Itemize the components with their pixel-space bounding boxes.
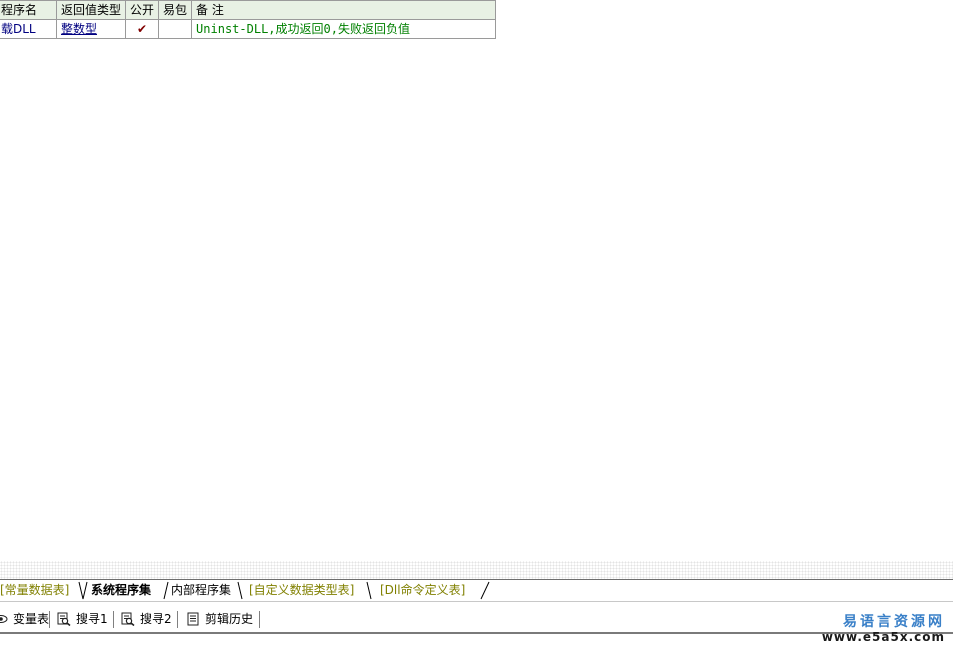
search2-button[interactable]: 搜寻2: [121, 610, 172, 628]
tab-separator: [159, 581, 169, 600]
program-table: 程序名 返回值类型 公开 易包 备 注 载DLL 整数型 ✔ Uninst-DL…: [0, 0, 497, 39]
tab-constants[interactable]: [常量数据表]: [0, 582, 69, 598]
bottom-toolbar: 变量表 搜寻1 搜寻2 剪辑历史: [0, 607, 953, 634]
clip-history-label: 剪辑历史: [205, 612, 254, 626]
table-header-row: 程序名 返回值类型 公开 易包 备 注: [0, 0, 497, 20]
toolbar-divider: [259, 611, 261, 628]
header-easy-pack[interactable]: 易包: [158, 0, 193, 20]
cell-note[interactable]: Uninst-DLL,成功返回0,失败返回负值: [191, 19, 497, 39]
variables-label: 变量表: [13, 612, 50, 626]
toolbar-divider: [49, 611, 51, 628]
tab-separator: [366, 581, 376, 600]
search1-button[interactable]: 搜寻1: [57, 610, 108, 628]
tab-custom-types[interactable]: [自定义数据类型表]: [249, 582, 354, 598]
cell-program-name[interactable]: 载DLL: [0, 19, 57, 39]
splitter-grip[interactable]: [0, 561, 953, 580]
toolbar-divider: [177, 611, 179, 628]
header-program-name[interactable]: 程序名: [0, 0, 57, 20]
editor-tab-bar: [常量数据表] 系统程序集 内部程序集 [自定义数据类型表] [Dll命令定义表…: [0, 579, 953, 602]
clipboard-icon: [186, 612, 200, 626]
magnifier-icon: [57, 612, 71, 626]
header-return-type[interactable]: 返回值类型: [55, 0, 127, 20]
tab-separator: [78, 581, 88, 600]
header-public[interactable]: 公开: [125, 0, 160, 20]
watermark-url: www.e5a5x.com: [821, 630, 945, 644]
cell-return-type[interactable]: 整数型: [55, 19, 127, 39]
site-watermark: 易语言资源网 www.e5a5x.com: [822, 614, 945, 644]
cell-easy-pack[interactable]: [158, 19, 193, 39]
watermark-title: 易语言资源网: [843, 614, 945, 630]
search1-label: 搜寻1: [76, 612, 108, 626]
search2-label: 搜寻2: [140, 612, 172, 626]
tab-dll-commands[interactable]: [Dll命令定义表]: [380, 582, 465, 598]
eye-icon: [0, 612, 8, 626]
header-note[interactable]: 备 注: [191, 0, 497, 20]
clip-history-button[interactable]: 剪辑历史: [186, 610, 253, 628]
variables-button[interactable]: 变量表: [0, 610, 49, 628]
cell-public[interactable]: ✔: [125, 19, 160, 39]
checkmark-icon: ✔: [136, 22, 148, 36]
tab-separator: [237, 581, 247, 600]
tab-internal-programs[interactable]: 内部程序集: [171, 582, 231, 598]
table-row[interactable]: 载DLL 整数型 ✔ Uninst-DLL,成功返回0,失败返回负值: [0, 19, 497, 39]
toolbar-divider: [113, 611, 115, 628]
tab-separator: [480, 581, 490, 600]
magnifier-icon: [121, 612, 135, 626]
tab-system-programs[interactable]: 系统程序集: [91, 582, 151, 598]
